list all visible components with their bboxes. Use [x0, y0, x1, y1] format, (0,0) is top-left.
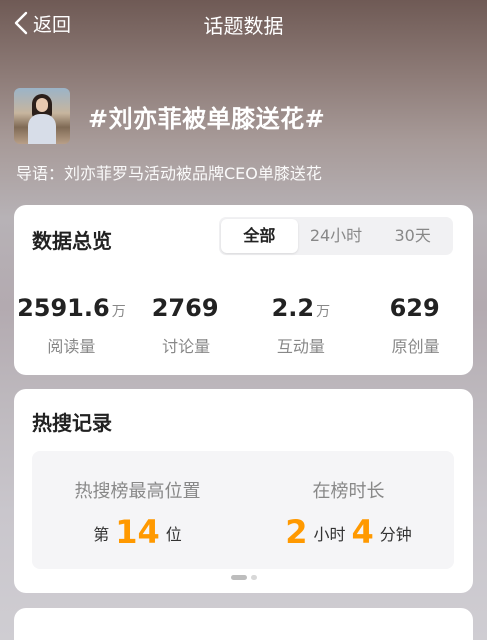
peak-rank-value: 14 [115, 513, 160, 551]
page-dot [250, 575, 257, 580]
tab-24h[interactable]: 24小时 [298, 219, 375, 253]
stat-originals: 629 原创量 [358, 293, 473, 357]
stat-interactions-unit: 万 [316, 304, 331, 320]
topic-name: #刘亦菲被单膝送花# [88, 104, 326, 133]
topic-intro: 导语：刘亦菲罗马活动被品牌CEO单膝送花 [16, 164, 322, 183]
stat-interactions: 2.2 万 互动量 [244, 293, 359, 357]
stat-reads-label: 阅读量 [47, 337, 96, 356]
topic-avatar [14, 88, 70, 144]
overview-title: 数据总览 [32, 229, 112, 253]
stat-originals-value: 629 [389, 294, 440, 322]
topic-header: #刘亦菲被单膝送花# [14, 88, 325, 144]
hot-search-card: 热搜记录 热搜榜最高位置 第 14 位 在榜时长 2 小时 4 分钟 [14, 389, 473, 593]
duration-hours-unit: 小时 [313, 525, 346, 544]
stat-reads-value: 2591.6 [17, 294, 110, 322]
duration-minutes: 4 [351, 513, 374, 551]
stat-originals-label: 原创量 [391, 337, 440, 356]
next-card [14, 608, 473, 640]
page-title: 话题数据 [203, 14, 284, 38]
peak-rank-label: 热搜榜最高位置 [74, 481, 201, 502]
hot-search-panel[interactable]: 热搜榜最高位置 第 14 位 在榜时长 2 小时 4 分钟 [32, 451, 454, 569]
page-dot-active [230, 575, 247, 580]
duration-block: 在榜时长 2 小时 4 分钟 [243, 451, 454, 569]
stat-discussions: 2769 讨论量 [129, 293, 244, 357]
tab-30d[interactable]: 30天 [374, 219, 451, 253]
hot-search-title: 热搜记录 [32, 411, 112, 435]
top-bar: 返回 话题数据 [0, 0, 487, 46]
tab-all[interactable]: 全部 [221, 219, 298, 253]
page-indicator [14, 575, 473, 580]
stat-interactions-value: 2.2 [271, 294, 315, 322]
time-range-tabs: 全部 24小时 30天 [219, 217, 453, 255]
stat-discussions-label: 讨论量 [162, 337, 211, 356]
stat-reads: 2591.6 万 阅读量 [14, 293, 129, 357]
duration-hours: 2 [285, 513, 308, 551]
peak-rank-prefix: 第 [93, 525, 110, 544]
peak-rank-block: 热搜榜最高位置 第 14 位 [32, 451, 243, 569]
duration-minutes-unit: 分钟 [379, 525, 412, 544]
stat-reads-unit: 万 [111, 304, 126, 320]
peak-rank-suffix: 位 [165, 525, 182, 544]
overview-card: 数据总览 全部 24小时 30天 2591.6 万 阅读量 2769 讨论量 2.… [14, 205, 473, 375]
duration-label: 在榜时长 [312, 481, 385, 502]
stat-interactions-label: 互动量 [276, 337, 325, 356]
stat-discussions-value: 2769 [151, 294, 219, 322]
stats-row: 2591.6 万 阅读量 2769 讨论量 2.2 万 互动量 629 原创量 [14, 293, 473, 357]
